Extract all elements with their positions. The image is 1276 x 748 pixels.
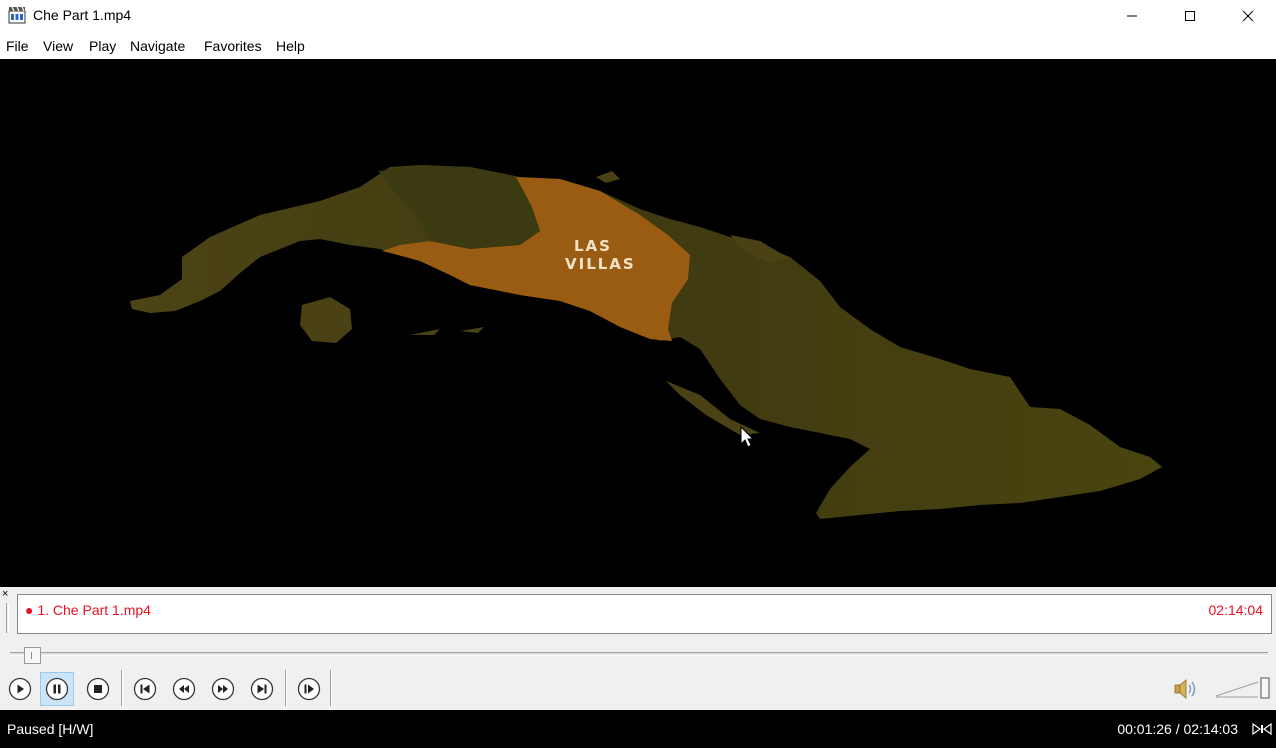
menu-file[interactable]: File (6, 38, 29, 54)
seek-track[interactable] (10, 652, 1268, 656)
stop-icon (86, 677, 110, 701)
rewind-icon (172, 677, 196, 701)
window-title: Che Part 1.mp4 (33, 7, 132, 23)
menu-view[interactable]: View (43, 38, 73, 54)
playback-controls (0, 668, 1276, 710)
playlist-panel: × ● 1. Che Part 1.mp4 02:14:04 (0, 587, 1276, 638)
map-label-line1: LAS (574, 237, 612, 255)
skip-next-button[interactable] (245, 672, 279, 706)
close-icon (1242, 10, 1254, 22)
rewind-button[interactable] (167, 672, 201, 706)
menu-bar: File View Play Navigate Favorites Help (0, 34, 1276, 58)
maximize-button[interactable] (1161, 0, 1219, 32)
isla-juventud (300, 297, 352, 343)
fast-forward-button[interactable] (206, 672, 240, 706)
skip-next-icon (250, 677, 274, 701)
video-display[interactable]: LAS VILLAS (0, 59, 1276, 587)
play-button[interactable] (3, 672, 37, 706)
media-player-clapper-icon[interactable] (8, 6, 26, 24)
cuba-mainland (130, 165, 1162, 519)
controls-separator (285, 670, 287, 706)
seek-thumb[interactable] (24, 647, 41, 664)
controls-separator (121, 670, 123, 706)
map-label: LAS VILLAS (565, 237, 636, 273)
playlist-close-icon[interactable]: × (2, 589, 8, 600)
volume-thumb[interactable] (1260, 677, 1270, 699)
playback-state: Paused [H/W] (7, 721, 94, 737)
frame-step-icon (297, 677, 321, 701)
play-icon (8, 677, 32, 701)
maximize-icon (1185, 11, 1195, 21)
menu-play[interactable]: Play (89, 38, 116, 54)
playlist-item[interactable]: ● 1. Che Part 1.mp4 (25, 602, 151, 618)
menu-help[interactable]: Help (276, 38, 305, 54)
pause-icon (45, 677, 69, 701)
controls-separator (330, 670, 332, 706)
keys-south-2 (460, 327, 484, 333)
close-button[interactable] (1219, 0, 1276, 32)
video-renderer-icon (1252, 722, 1272, 736)
minimize-icon (1127, 15, 1137, 17)
stop-button[interactable] (81, 672, 115, 706)
frame-step-button[interactable] (292, 672, 326, 706)
seek-bar-area (0, 638, 1276, 668)
playlist-grip[interactable] (6, 603, 9, 633)
skip-previous-icon (133, 677, 157, 701)
title-bar: Che Part 1.mp4 (0, 0, 1276, 32)
speaker-icon[interactable] (1172, 676, 1200, 702)
cuba-map-frame (130, 165, 1162, 519)
fast-forward-icon (211, 677, 235, 701)
keys-south-1 (410, 329, 440, 335)
menu-navigate[interactable]: Navigate (130, 38, 185, 54)
time-readout: 00:01:26 / 02:14:03 (1117, 721, 1238, 737)
skip-previous-button[interactable] (128, 672, 162, 706)
map-label-line2: VILLAS (565, 255, 636, 273)
keys-north (596, 171, 620, 183)
status-bar: Paused [H/W] 00:01:26 / 02:14:03 (0, 710, 1276, 748)
playlist-item-duration: 02:14:04 (1208, 602, 1264, 618)
volume-slider[interactable] (1214, 676, 1272, 700)
minimize-button[interactable] (1103, 0, 1161, 32)
playlist-list[interactable]: ● 1. Che Part 1.mp4 02:14:04 (17, 594, 1272, 634)
menu-favorites[interactable]: Favorites (204, 38, 262, 54)
pause-button[interactable] (40, 672, 74, 706)
